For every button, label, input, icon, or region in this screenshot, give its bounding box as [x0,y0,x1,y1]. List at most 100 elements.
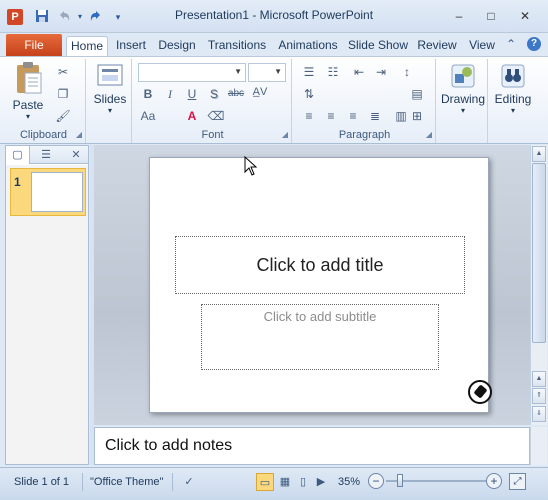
character-spacing-icon[interactable]: A̲V [250,86,270,98]
title-placeholder[interactable]: Click to add title [175,236,465,294]
font-launcher-icon[interactable]: ◢ [282,130,288,139]
minimize-ribbon-icon[interactable]: ⌃ [506,37,516,51]
tab-review[interactable]: Review [414,36,460,57]
notes-pane[interactable]: Click to add notes [94,427,530,465]
ribbon-tabs: File Home Insert Design Transitions Anim… [0,33,548,57]
previous-slide-icon[interactable]: ⇑ [532,388,546,404]
paste-button[interactable]: Paste ▾ [8,61,48,121]
slide-canvas[interactable]: Click to add title Click to add subtitle [149,157,492,413]
copy-icon[interactable]: ❐ [54,85,72,103]
align-left-icon[interactable]: ≡ [300,107,318,125]
slide-count-status: Slide 1 of 1 [14,476,70,488]
italic-icon[interactable]: I [160,87,180,102]
decrease-indent-icon[interactable]: ⇤ [350,63,368,81]
shapes-icon [440,63,486,92]
clipboard-launcher-icon[interactable]: ◢ [76,130,82,139]
paragraph-group-label: Paragraph [338,129,391,141]
line-spacing-icon[interactable]: ↕ [398,63,416,81]
notes-scrollbar[interactable] [530,427,547,465]
clear-formatting-icon[interactable]: ⌫ [206,109,226,123]
slide-show-icon[interactable]: ▶ [312,473,330,491]
notes-placeholder[interactable]: Click to add notes [105,437,232,455]
fit-to-window-icon[interactable]: ⤢ [509,473,526,490]
clipboard-group: Paste ▾ ✂ ❐ 🖌 Clipboard ◢ [2,59,86,143]
tab-design[interactable]: Design [154,36,200,57]
tab-file[interactable]: File [6,34,62,56]
slide-vertical-scrollbar[interactable]: ▲ ▲ ⇑ ⇓ [530,145,547,425]
font-name-combo[interactable]: ▼ [138,63,246,82]
zoom-slider-knob[interactable] [397,474,403,487]
align-right-icon[interactable]: ≡ [344,107,362,125]
zoom-level[interactable]: 35% [338,476,360,488]
zoom-in-icon[interactable]: + [486,473,502,489]
format-painter-icon[interactable]: 🖌 [54,107,72,125]
bold-icon[interactable]: B [138,87,158,101]
clipboard-icon [8,61,48,98]
scroll-down-icon[interactable]: ▲ [532,371,546,387]
new-slide-button[interactable]: Slides ▾ [92,63,128,115]
minimize-button[interactable]: – [446,6,472,26]
slide-thumbnail-image [31,172,83,212]
align-text-icon[interactable]: ▤ [408,85,426,103]
increase-indent-icon[interactable]: ⇥ [372,63,390,81]
strikethrough-icon[interactable]: abc [226,88,246,99]
normal-view-icon[interactable]: ▭ [256,473,274,491]
font-size-combo[interactable]: ▼ [248,63,286,82]
slides-label: Slides [93,92,127,106]
drawing-button[interactable]: Drawing ▾ [440,63,486,115]
slide-sorter-icon[interactable]: ▦ [276,473,294,491]
text-direction-icon[interactable]: ⇅ [300,85,318,103]
paste-dropdown-icon: ▾ [25,112,30,121]
next-slide-icon[interactable]: ⇓ [532,406,546,422]
reading-view-icon[interactable]: ▯ [294,473,312,491]
shadow-icon[interactable]: S [204,87,224,101]
slides-pane: ▢ ☰ ✕ 1 [5,145,89,465]
tab-view[interactable]: View [464,36,500,57]
outline-tab-icon[interactable]: ☰ [34,146,58,164]
slide-editing-area: Click to add title Click to add subtitle [94,145,530,425]
close-button[interactable]: ✕ [512,6,538,26]
new-slide-icon [92,63,128,92]
close-pane-icon[interactable]: ✕ [64,146,88,164]
maximize-button[interactable]: □ [478,6,504,26]
tab-slide-show[interactable]: Slide Show [346,36,410,57]
change-case-icon[interactable]: Aa [138,109,158,123]
tab-animations[interactable]: Animations [275,36,341,57]
smartart-icon[interactable]: ⊞ [408,107,426,125]
theme-status: "Office Theme" [90,476,164,488]
binoculars-icon [490,63,536,92]
drawing-label: Drawing [440,92,485,106]
tab-insert[interactable]: Insert [112,36,150,57]
slides-group: Slides ▾ [88,59,132,143]
font-color-icon[interactable]: A [182,109,202,123]
tab-transitions[interactable]: Transitions [204,36,270,57]
zoom-out-icon[interactable]: − [368,473,384,489]
chevron-down-icon: ▼ [234,67,242,76]
status-bar: Slide 1 of 1 "Office Theme" ✓ ▭ ▦ ▯ ▶ 35… [0,467,548,500]
tab-home[interactable]: Home [66,36,108,57]
underline-icon[interactable]: U [182,87,202,101]
drawing-dropdown-icon: ▾ [460,106,465,115]
cut-icon[interactable]: ✂ [54,63,72,81]
slide-thumbnail-1[interactable]: 1 [10,168,86,216]
recording-icon[interactable] [468,380,492,404]
editing-dropdown-icon: ▾ [510,106,515,115]
numbering-icon[interactable]: ☷ [324,63,342,81]
help-icon[interactable]: ? [527,37,541,51]
spell-check-icon[interactable]: ✓ [180,473,198,491]
status-divider [82,473,83,491]
font-group: ▼ ▼ B I U S abc A̲V Aa A ⌫ Font ◢ [134,59,292,143]
scroll-up-icon[interactable]: ▲ [532,146,546,162]
title-bar: P ▾ ▾ Presentation1 - Microsoft PowerPoi… [0,0,548,33]
align-center-icon[interactable]: ≡ [322,107,340,125]
bullets-icon[interactable]: ☰ [300,63,318,81]
status-divider [172,473,173,491]
paragraph-launcher-icon[interactable]: ◢ [426,130,432,139]
subtitle-placeholder[interactable]: Click to add subtitle [201,304,439,370]
justify-icon[interactable]: ≣ [366,107,384,125]
paste-label: Paste [12,98,44,112]
slides-tab-icon[interactable]: ▢ [6,146,30,164]
editing-button[interactable]: Editing ▾ [490,63,536,115]
pane-tabs: ▢ ☰ ✕ [6,146,88,164]
scroll-thumb[interactable] [532,163,546,343]
